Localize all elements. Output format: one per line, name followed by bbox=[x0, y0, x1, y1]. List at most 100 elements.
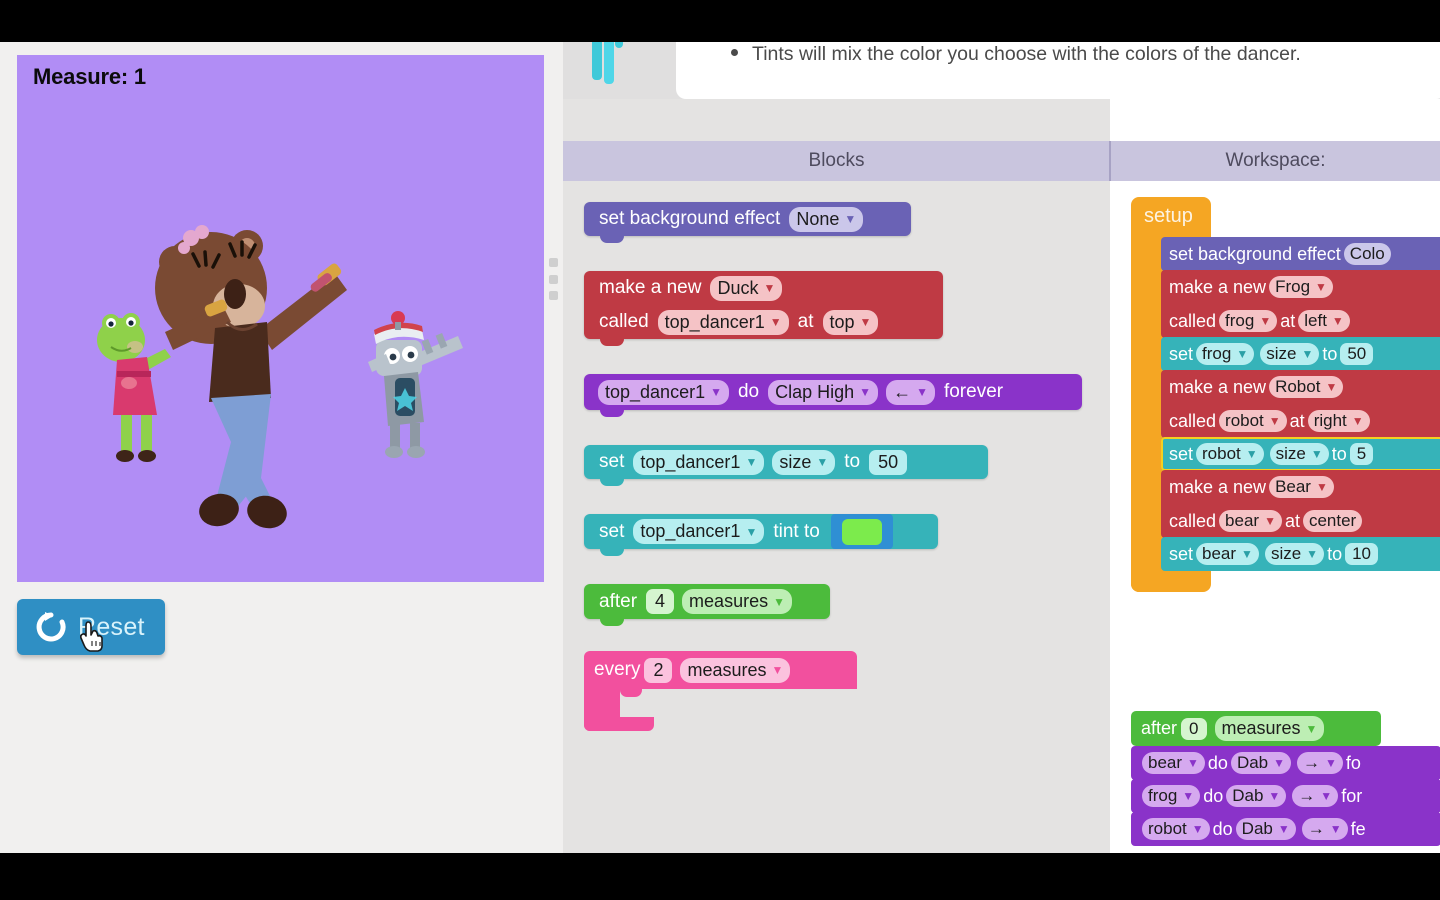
dancer-dropdown[interactable]: bear ▼ bbox=[1196, 543, 1259, 565]
chevron-down-icon: ▼ bbox=[1264, 514, 1276, 528]
dancer-name-dropdown[interactable]: frog ▼ bbox=[1219, 310, 1278, 332]
dancer-dropdown[interactable]: robot ▼ bbox=[1196, 443, 1264, 465]
tint-color-picker[interactable] bbox=[830, 514, 893, 549]
dancer-dropdown[interactable]: top_dancer1 ▼ bbox=[598, 379, 729, 405]
dancer-dropdown[interactable]: frog ▼ bbox=[1196, 343, 1255, 365]
dropdown-value: size bbox=[1270, 544, 1302, 563]
move-dropdown[interactable]: Clap High ▼ bbox=[768, 379, 879, 405]
move-dropdown[interactable]: Dab ▼ bbox=[1235, 818, 1296, 840]
tutorial-bullet-text: Tints will mix the color you choose with… bbox=[752, 43, 1301, 65]
palette-block-every-measures[interactable]: every 2 measures ▼ bbox=[584, 651, 857, 731]
block-label: fe bbox=[1350, 818, 1366, 839]
block-label: make a new bbox=[1169, 276, 1267, 297]
blocks-column-header: Blocks bbox=[563, 141, 1110, 181]
block-label: to bbox=[1331, 443, 1347, 464]
measures-count-input[interactable]: 0 bbox=[1181, 717, 1207, 740]
palette-block-dancer-do-move-forever[interactable]: top_dancer1 ▼ do Clap High ▼ ← ▼ forever bbox=[584, 374, 1082, 417]
chevron-down-icon: ▼ bbox=[763, 281, 776, 295]
move-dropdown[interactable]: Dab ▼ bbox=[1230, 752, 1292, 774]
ws-block-frog-dab[interactable]: frog ▼ do Dab ▼ → ▼ for bbox=[1131, 779, 1440, 813]
size-value-input[interactable]: 10 bbox=[1345, 543, 1378, 565]
property-dropdown[interactable]: size ▼ bbox=[1264, 543, 1325, 565]
property-dropdown[interactable]: size ▼ bbox=[1260, 343, 1320, 365]
dancer-type-dropdown[interactable]: Frog ▼ bbox=[1269, 276, 1333, 298]
palette-block-set-dancer-tint[interactable]: set top_dancer1 ▼ tint to bbox=[584, 514, 938, 556]
ws-block-set-robot-size[interactable]: set robot ▼ size ▼ to 5 bbox=[1161, 437, 1440, 471]
measures-count-input[interactable]: 2 bbox=[644, 657, 673, 683]
dancer-type-dropdown[interactable]: Bear ▼ bbox=[1269, 476, 1334, 498]
background-effect-dropdown[interactable]: None ▼ bbox=[789, 206, 864, 232]
background-effect-dropdown[interactable]: Colo bbox=[1343, 243, 1391, 265]
panel-resize-handle[interactable] bbox=[546, 258, 560, 300]
measures-count-input[interactable]: 4 bbox=[646, 589, 675, 614]
ws-block-make-a-new-frog[interactable]: make a new Frog ▼ called frog ▼ at left … bbox=[1161, 270, 1440, 338]
move-dropdown[interactable]: Dab ▼ bbox=[1226, 785, 1287, 807]
property-dropdown[interactable]: size ▼ bbox=[1269, 443, 1329, 465]
dropdown-value: robot bbox=[1202, 444, 1241, 463]
dropdown-value: center bbox=[1308, 511, 1357, 530]
size-value-input[interactable]: 5 bbox=[1349, 443, 1374, 465]
ws-block-after-0-measures[interactable]: after 0 measures ▼ bbox=[1131, 711, 1381, 746]
block-label: every bbox=[594, 659, 641, 680]
chevron-down-icon: ▼ bbox=[1301, 347, 1314, 361]
ws-block-robot-dab[interactable]: robot ▼ do Dab ▼ → ▼ fe bbox=[1131, 812, 1440, 846]
block-label: make a new bbox=[599, 277, 702, 298]
measures-unit-dropdown[interactable]: measures ▼ bbox=[1214, 716, 1325, 741]
chevron-down-icon: ▼ bbox=[1241, 547, 1253, 561]
ws-block-make-a-new-robot[interactable]: make a new Robot ▼ called robot ▼ at rig… bbox=[1161, 370, 1440, 438]
block-label: at bbox=[1284, 510, 1300, 531]
dancer-dropdown[interactable]: top_dancer1 ▼ bbox=[633, 519, 765, 544]
direction-dropdown[interactable]: → ▼ bbox=[1297, 752, 1343, 774]
dancer-dropdown[interactable]: top_dancer1 ▼ bbox=[633, 449, 765, 475]
ws-block-set-frog-size[interactable]: set frog ▼ size ▼ to 50 bbox=[1161, 337, 1440, 371]
block-notch bbox=[600, 617, 624, 626]
dropdown-value: size bbox=[1266, 344, 1297, 363]
dropdown-value: top_dancer1 bbox=[640, 451, 741, 472]
palette-block-after-measures[interactable]: after 4 measures ▼ bbox=[584, 584, 830, 626]
direction-dropdown[interactable]: → ▼ bbox=[1292, 785, 1339, 807]
size-value-input[interactable]: 50 bbox=[1340, 343, 1374, 365]
direction-dropdown[interactable]: ← ▼ bbox=[886, 379, 935, 405]
size-value-input[interactable]: 50 bbox=[869, 449, 908, 475]
dancer-dropdown[interactable]: bear ▼ bbox=[1142, 752, 1205, 774]
reset-button[interactable]: Reset bbox=[17, 599, 165, 655]
handle-dot bbox=[548, 258, 558, 267]
ws-block-make-a-new-bear[interactable]: make a new Bear ▼ called bear ▼ at cente… bbox=[1161, 470, 1440, 538]
chevron-down-icon: ▼ bbox=[1182, 789, 1195, 803]
chevron-down-icon: ▼ bbox=[1315, 280, 1327, 294]
ws-block-bear-dab[interactable]: bear ▼ do Dab ▼ → ▼ fo bbox=[1131, 746, 1440, 780]
dancer-name-dropdown[interactable]: top_dancer1 ▼ bbox=[657, 309, 789, 335]
chevron-down-icon: ▼ bbox=[844, 212, 857, 226]
dropdown-value: bear bbox=[1225, 511, 1260, 530]
dancer-position-dropdown[interactable]: left ▼ bbox=[1298, 310, 1350, 332]
ws-block-set-bear-size[interactable]: set bear ▼ size ▼ to 10 bbox=[1161, 537, 1440, 571]
dancer-position-dropdown[interactable]: right ▼ bbox=[1307, 410, 1370, 432]
measures-unit-dropdown[interactable]: measures ▼ bbox=[682, 589, 792, 614]
chevron-down-icon: ▼ bbox=[1191, 822, 1204, 836]
tint-color-swatch bbox=[841, 518, 882, 545]
block-label: to bbox=[1322, 343, 1338, 364]
palette-block-make-a-new-dancer[interactable]: make a new Duck ▼ called top_dancer1 ▼ a… bbox=[584, 271, 943, 346]
tutorial-bullet-row: Tints will mix the color you choose with… bbox=[731, 43, 1301, 66]
dance-stage[interactable]: Measure: 1 bbox=[17, 55, 544, 582]
dancer-type-dropdown[interactable]: Duck ▼ bbox=[710, 275, 783, 301]
palette-block-set-background-effect[interactable]: set background effect None ▼ bbox=[584, 202, 911, 243]
chevron-down-icon: ▼ bbox=[1315, 480, 1328, 494]
dancer-name-dropdown[interactable]: robot ▼ bbox=[1219, 410, 1287, 432]
dancer-type-dropdown[interactable]: Robot ▼ bbox=[1269, 376, 1344, 398]
dropdown-value: Bear bbox=[1275, 477, 1311, 496]
block-label: after bbox=[599, 590, 638, 612]
dancer-name-dropdown[interactable]: bear ▼ bbox=[1219, 510, 1282, 532]
dropdown-value: measures bbox=[687, 659, 767, 680]
workspace-setup-block[interactable]: setup set background effect Colo make a … bbox=[1131, 197, 1440, 592]
dancer-position-dropdown[interactable]: center bbox=[1302, 510, 1363, 532]
palette-block-set-dancer-size[interactable]: set top_dancer1 ▼ size ▼ to 50 bbox=[584, 445, 988, 486]
direction-dropdown[interactable]: → ▼ bbox=[1301, 818, 1348, 840]
dancer-dropdown[interactable]: robot ▼ bbox=[1142, 818, 1210, 840]
dancer-position-dropdown[interactable]: top ▼ bbox=[822, 309, 879, 335]
measures-unit-dropdown[interactable]: measures ▼ bbox=[680, 657, 791, 683]
block-label: at bbox=[797, 311, 814, 332]
dancer-dropdown[interactable]: frog ▼ bbox=[1142, 785, 1201, 807]
property-dropdown[interactable]: size ▼ bbox=[772, 449, 836, 475]
ws-block-set-background-effect[interactable]: set background effect Colo bbox=[1161, 237, 1440, 271]
